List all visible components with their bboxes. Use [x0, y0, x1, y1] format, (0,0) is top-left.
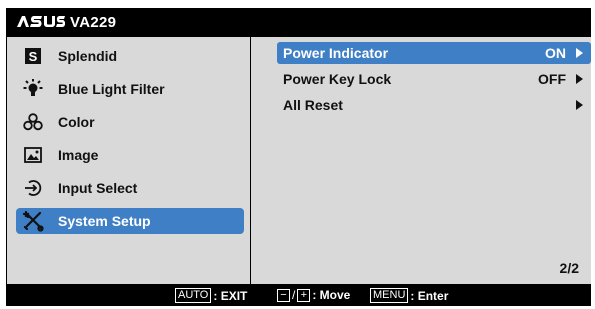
menu-item-label: Color [58, 114, 95, 130]
menu-item-image[interactable]: Image [16, 142, 244, 168]
menu-key: MENU [370, 288, 409, 303]
menu-item-system-setup[interactable]: System Setup [16, 208, 244, 234]
menu-item-blue-light-filter[interactable]: Blue Light Filter [16, 76, 244, 102]
hint-enter: MENU : Enter [370, 288, 448, 303]
splendid-icon: S [22, 45, 44, 67]
submenu-item-label: Power Key Lock [283, 71, 392, 87]
submenu-item-power-key-lock[interactable]: Power Key Lock OFF [277, 68, 591, 90]
auto-key: AUTO [175, 288, 212, 303]
submenu-panel: Power Indicator ON Power Key Lock OFF Al… [251, 37, 591, 284]
chevron-right-icon [576, 100, 583, 110]
minus-key: − [277, 288, 290, 302]
plus-key: + [297, 288, 311, 302]
menu-item-color[interactable]: Color [16, 109, 244, 135]
image-icon [22, 144, 44, 166]
hint-enter-label: : Enter [410, 288, 449, 303]
menu-item-label: Image [58, 147, 99, 163]
asus-logo [17, 16, 65, 27]
menu-item-label: System Setup [58, 213, 151, 229]
input-select-icon [22, 177, 44, 199]
submenu-item-label: All Reset [283, 97, 343, 113]
osd-window: VA229 S Splendid Blue Light Filter Color… [6, 8, 591, 306]
hint-move: − / + : Move [277, 288, 350, 302]
system-setup-icon [22, 210, 44, 232]
page-indicator: 2/2 [559, 260, 579, 276]
submenu-item-value: OFF [538, 71, 566, 87]
submenu-item-value: ON [545, 45, 566, 61]
submenu-item-power-indicator[interactable]: Power Indicator ON [277, 42, 591, 64]
title-bar: VA229 [6, 8, 591, 37]
menu-item-splendid[interactable]: S Splendid [16, 43, 244, 69]
hint-move-label: : Move [312, 288, 351, 302]
model-name: VA229 [70, 14, 117, 31]
hint-exit: AUTO : EXIT [175, 288, 247, 303]
hint-exit-label: : EXIT [213, 288, 248, 303]
menu-item-label: Blue Light Filter [58, 81, 165, 97]
submenu-item-all-reset[interactable]: All Reset [277, 94, 591, 116]
menu-item-label: Splendid [58, 48, 118, 64]
color-icon [22, 111, 44, 133]
key-hint-bar: AUTO : EXIT − / + : Move MENU : Enter [6, 285, 591, 306]
submenu-item-label: Power Indicator [283, 45, 389, 61]
menu-item-input-select[interactable]: Input Select [16, 175, 244, 201]
svg-text:S: S [29, 49, 38, 64]
blue-light-icon [22, 78, 44, 100]
menu-item-label: Input Select [58, 180, 138, 196]
main-menu-panel: S Splendid Blue Light Filter Color Image… [7, 37, 250, 284]
chevron-right-icon [576, 74, 583, 84]
chevron-right-icon [576, 48, 583, 58]
